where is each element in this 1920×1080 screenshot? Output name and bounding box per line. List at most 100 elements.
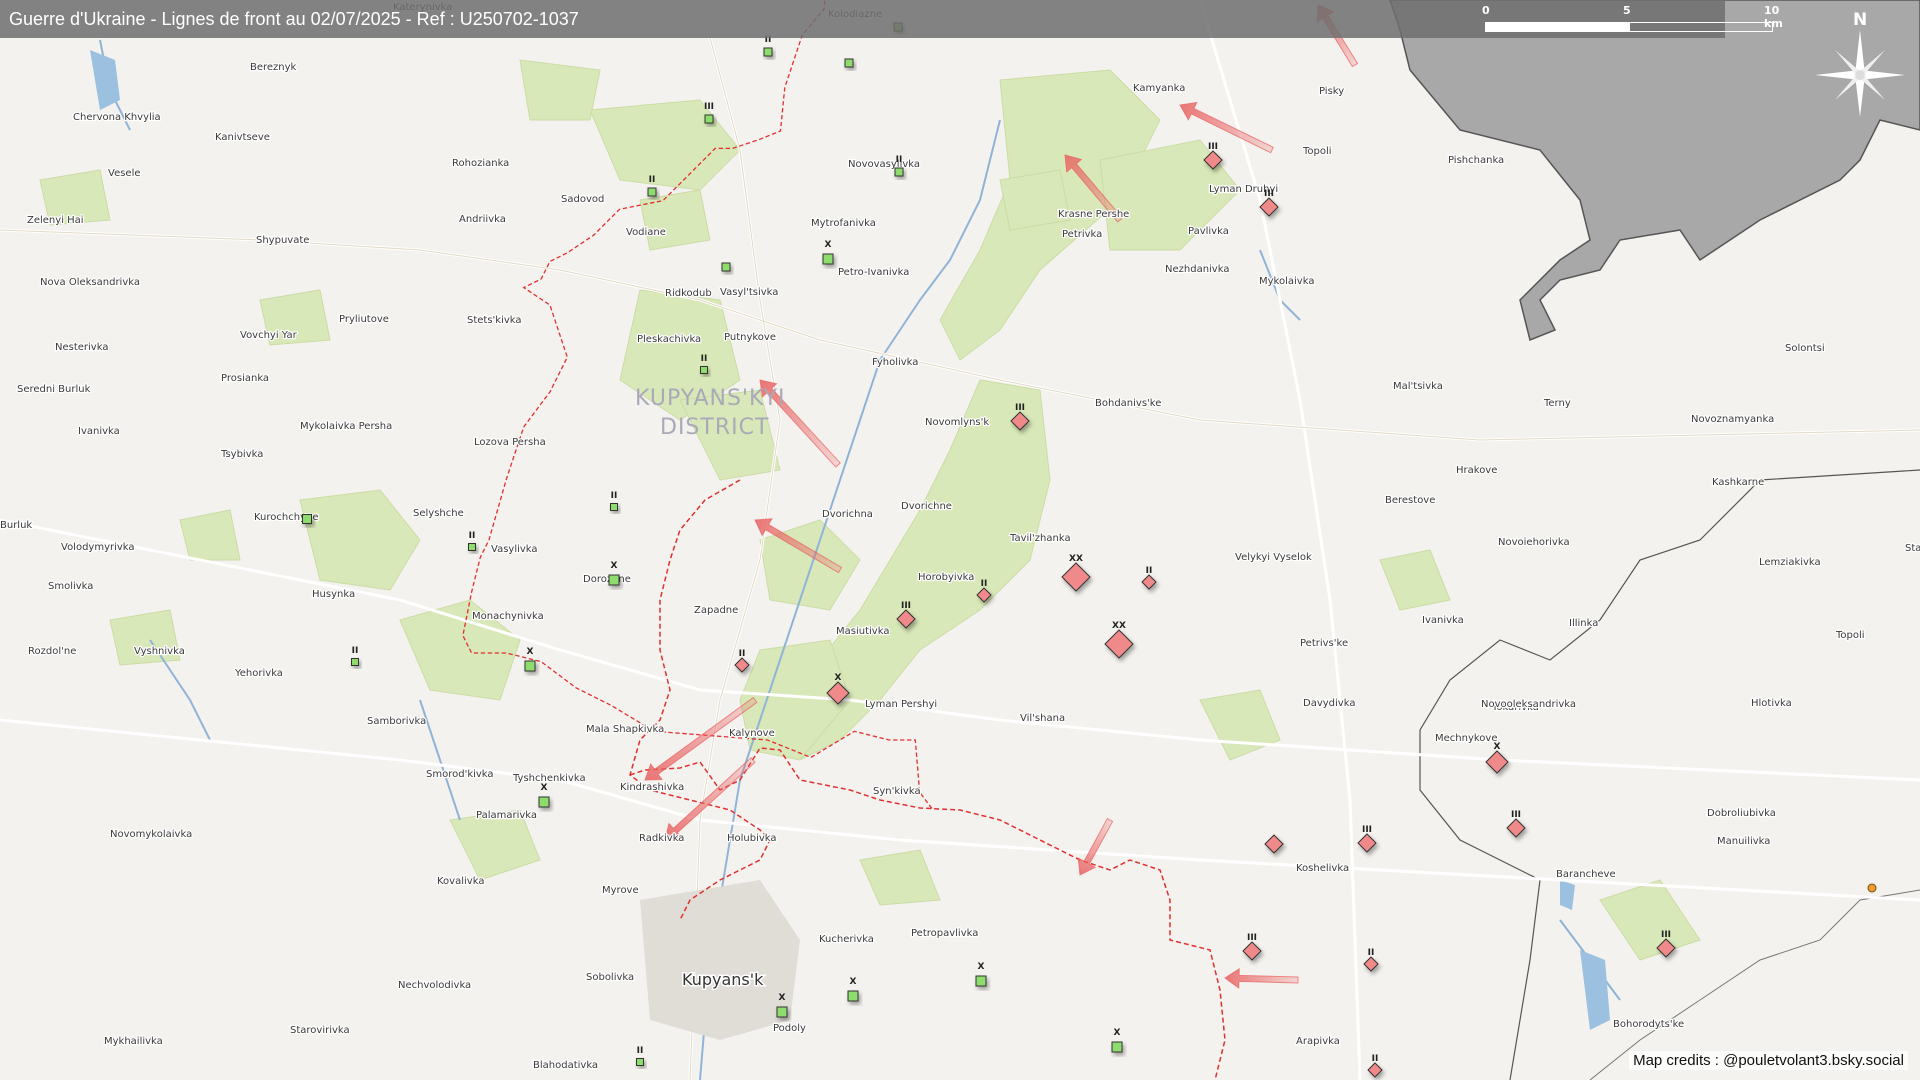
place-label: Bohorodyts'ke [1613,1019,1684,1030]
place-label: Horobyivka [918,572,974,583]
compass-icon: N [1815,10,1905,117]
place-label: Ivanivka [1422,615,1464,626]
scale-bar: 0 5 10 km [1390,0,1783,38]
place-label: Stets'kivka [467,315,522,326]
svg-text:X: X [541,783,548,793]
svg-text:XX: XX [1112,621,1126,631]
place-label: Novooleksandrivka [1481,699,1576,710]
place-label: Lozova Persha [474,437,546,448]
svg-text:II: II [1368,948,1375,958]
place-label: Burluk [0,520,32,531]
place-label: Andriivka [459,214,506,225]
title-bar: Guerre d'Ukraine - Lignes de front au 02… [0,0,1390,38]
place-label: Barancheve [1556,869,1616,880]
district-label: DISTRICT [660,415,769,440]
place-label: Tyshchenkivka [512,773,586,784]
urban-area [640,880,800,1040]
ukraine-unit-marker[interactable] [844,58,854,68]
svg-text:II: II [649,175,656,185]
place-label: Berestove [1385,495,1435,506]
place-label: Holubivka [727,833,777,844]
scale-segment-1 [1485,22,1629,32]
svg-text:II: II [1372,1054,1379,1064]
map-canvas[interactable]: KUPYANS'KYI DISTRICT KaterynivkaKolodiaz… [0,0,1920,1080]
place-label: Topoli [1835,630,1865,641]
place-label: Mytrofanivka [811,218,876,229]
place-label: Vodiane [626,227,666,238]
ukraine-unit-marker[interactable] [302,514,312,524]
place-label: Monachynivka [472,611,544,622]
ukraine-unit-marker[interactable]: II [700,354,708,374]
svg-text:II: II [896,155,903,165]
place-label: Mykolaivka [1259,276,1314,287]
place-label: Pavlivka [1188,226,1229,237]
place-label: Vesele [108,168,141,179]
place-label: Samborivka [367,716,426,727]
place-label: Syn'kivka [873,786,921,797]
place-label: Mykolaivka Persha [300,421,392,432]
scale-label-0: 0 [1482,4,1490,17]
svg-text:X: X [978,962,985,972]
svg-text:III: III [1362,825,1372,835]
svg-text:X: X [850,977,857,987]
place-label: Chervona Khvylia [73,112,161,123]
place-label: Koshelivka [1296,863,1349,874]
place-label: Novoiehorivka [1498,537,1570,548]
place-label: Ivanivka [78,426,120,437]
svg-text:X: X [835,673,842,683]
place-label: Arapivka [1296,1036,1340,1047]
place-label: Mykhailivka [104,1036,163,1047]
scale-segment-2 [1629,22,1773,32]
place-label: Dvorichne [901,501,952,512]
place-label: Pleskachivka [637,334,701,345]
svg-text:II: II [1146,566,1153,576]
place-label: Nova Oleksandrivka [40,277,140,288]
svg-text:III: III [1247,933,1257,943]
place-label: Novovasylivka [848,159,920,170]
svg-text:X: X [527,647,534,657]
place-label: Kashkarne [1712,477,1764,488]
place-label: Nesterivka [55,342,108,353]
place-label: Volodymyrivka [61,542,135,553]
svg-text:II: II [611,491,618,501]
place-label: Vyshnivka [134,646,185,657]
place-label: Rohozianka [452,158,509,169]
point-marker [1867,883,1877,893]
svg-text:III: III [1015,403,1025,413]
place-label: Mala Shapkivka [586,724,664,735]
place-label: Starovirivka [1905,543,1920,554]
svg-text:X: X [1494,742,1501,752]
place-label: Krasne Pershe [1058,209,1129,220]
place-label: Novomlyns'k [925,417,989,428]
place-label: Novomykolaivka [110,829,192,840]
place-label: Hrakove [1456,465,1497,476]
svg-text:II: II [637,1046,644,1056]
svg-text:X: X [1114,1028,1121,1038]
place-label: Vovchyi Yar [240,330,298,341]
ukraine-unit-marker[interactable]: II [351,646,359,666]
ukraine-unit-marker[interactable]: II [610,491,618,511]
place-label: Pryliutove [339,314,389,325]
svg-text:XX: XX [1069,554,1083,564]
place-label: Kovalivka [437,876,484,887]
place-label: Sobolivka [586,972,634,983]
ukraine-unit-marker[interactable]: II [636,1046,644,1066]
place-label: Pisky [1319,86,1344,97]
place-label: Novoznamyanka [1691,414,1774,425]
ukraine-unit-marker[interactable]: II [468,531,476,551]
place-label: Vasyl'tsivka [720,287,778,298]
svg-text:III: III [1208,142,1218,152]
place-label: Husynka [312,589,355,600]
place-label: Shypuvate [256,235,309,246]
place-label: Kamyanka [1133,83,1185,94]
place-label: Velykyi Vyselok [1235,552,1312,563]
svg-text:II: II [469,531,476,541]
place-label: Blahodativka [533,1060,598,1071]
place-label: Smolivka [48,581,93,592]
svg-text:III: III [901,601,911,611]
place-label: Radkivka [639,833,684,844]
place-label: Dorozhne [583,574,631,585]
place-label: Mal'tsivka [1393,381,1443,392]
ukraine-unit-marker[interactable] [721,262,731,272]
place-label: Lyman Pershyi [865,699,937,710]
